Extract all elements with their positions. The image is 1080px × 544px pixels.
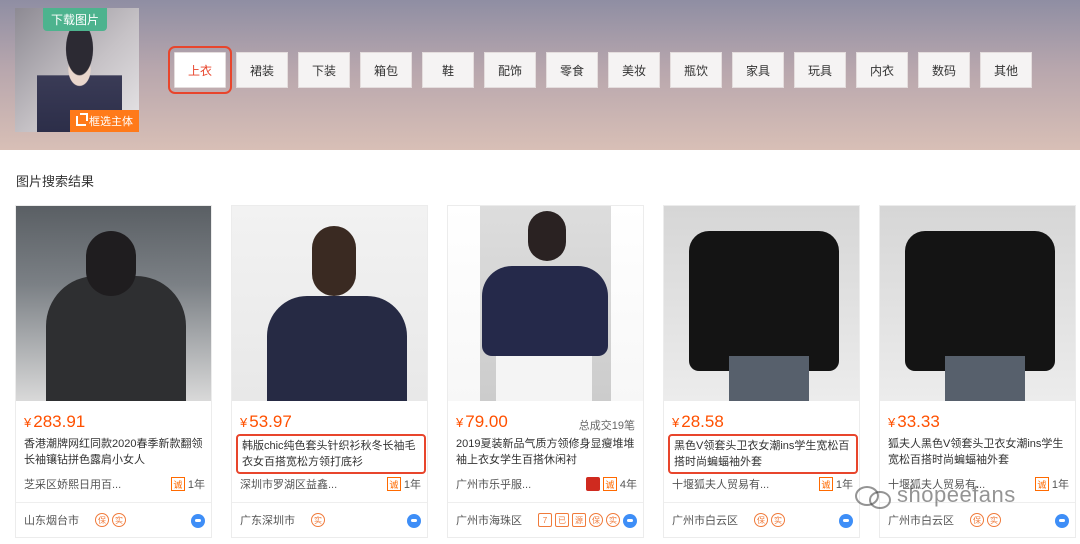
tab-category-10[interactable]: 家具 bbox=[732, 52, 784, 88]
product-card[interactable]: ¥28.58 黑色V领套头卫衣女潮ins学生宽松百搭时尚蝙蝠袖外套 十堰狐夫人贸… bbox=[663, 205, 860, 538]
crown-icon bbox=[585, 477, 600, 491]
source-factory-icon: 源 bbox=[572, 513, 586, 527]
product-price: ¥79.00 bbox=[456, 412, 508, 431]
product-price: ¥33.33 bbox=[888, 412, 940, 431]
download-image-button[interactable]: 下载图片 bbox=[43, 8, 108, 31]
sales-count: 总成交19笔 bbox=[578, 420, 635, 432]
product-image[interactable] bbox=[232, 206, 427, 401]
shop-name[interactable]: 深圳市罗湖区益鑫... bbox=[240, 476, 337, 492]
crop-subject-button[interactable]: 框选主体 bbox=[70, 110, 139, 132]
chat-icon[interactable] bbox=[1055, 514, 1069, 528]
crop-subject-label: 框选主体 bbox=[89, 116, 133, 128]
product-price: ¥283.91 bbox=[24, 412, 86, 431]
search-header: 下载图片 框选主体 上衣 裙装 下装 箱包 鞋 配饰 零食 美妆 瓶饮 家具 玩… bbox=[0, 0, 1080, 150]
product-card[interactable]: ¥79.00 总成交19笔 2019夏装新品气质方领修身显瘦堆堆袖上衣女学生百搭… bbox=[447, 205, 644, 538]
shop-location: 广东深圳市 bbox=[240, 515, 295, 527]
tab-category-12[interactable]: 内衣 bbox=[856, 52, 908, 88]
watermark: shopeefans bbox=[855, 482, 1016, 509]
tab-category-2[interactable]: 裙装 bbox=[236, 52, 288, 88]
product-title[interactable]: 2019夏装新品气质方领修身显瘦堆堆袖上衣女学生百搭休闲衬 bbox=[456, 436, 636, 468]
tab-category-1[interactable]: 上衣 bbox=[168, 46, 232, 94]
membership-years: 诚 1年 bbox=[386, 476, 421, 492]
guarantee-badge-icon: 保 bbox=[970, 513, 984, 527]
product-title[interactable]: 黑色V领套头卫衣女潮ins学生宽松百搭时尚蝙蝠袖外套 bbox=[668, 434, 858, 474]
guarantee-badge-icon: 保 bbox=[589, 513, 603, 527]
shop-location: 广州市白云区 bbox=[888, 515, 954, 527]
guarantee-badge-icon: 保 bbox=[754, 513, 768, 527]
verified-badge-icon: 实 bbox=[606, 513, 620, 527]
tab-category-8[interactable]: 美妆 bbox=[608, 52, 660, 88]
product-price: ¥28.58 bbox=[672, 412, 724, 431]
verified-badge-icon: 实 bbox=[987, 513, 1001, 527]
results-heading: 图片搜索结果 bbox=[16, 174, 95, 189]
tab-category-7[interactable]: 零食 bbox=[546, 52, 598, 88]
tab-category-6[interactable]: 配饰 bbox=[484, 52, 536, 88]
category-tabs: 上衣 裙装 下装 箱包 鞋 配饰 零食 美妆 瓶饮 家具 玩具 内衣 数码 其他 bbox=[168, 46, 1032, 94]
tab-category-13[interactable]: 数码 bbox=[918, 52, 970, 88]
product-title[interactable]: 韩版chic纯色套头针织衫秋冬长袖毛衣女百搭宽松方领打底衫 bbox=[236, 434, 426, 474]
integrity-icon: 诚 bbox=[386, 477, 401, 491]
product-price: ¥53.97 bbox=[240, 412, 292, 431]
tab-category-4[interactable]: 箱包 bbox=[360, 52, 412, 88]
integrity-icon: 诚 bbox=[602, 477, 617, 491]
verified-badge-icon: 实 bbox=[112, 513, 126, 527]
chat-icon[interactable] bbox=[191, 514, 205, 528]
product-image[interactable] bbox=[16, 206, 211, 401]
product-card[interactable]: ¥53.97 韩版chic纯色套头针织衫秋冬长袖毛衣女百搭宽松方领打底衫 深圳市… bbox=[231, 205, 428, 538]
tab-category-14[interactable]: 其他 bbox=[980, 52, 1032, 88]
verified-badge-icon: 实 bbox=[771, 513, 785, 527]
crop-icon bbox=[76, 113, 88, 126]
integrity-icon: 诚 bbox=[818, 477, 833, 491]
tab-category-3[interactable]: 下装 bbox=[298, 52, 350, 88]
wechat-icon bbox=[855, 483, 891, 509]
shop-location: 山东烟台市 bbox=[24, 515, 79, 527]
shop-location: 广州市海珠区 bbox=[456, 515, 522, 527]
product-title[interactable]: 香港潮牌网红同款2020春季新款翻领长袖镶钻拼色露肩小女人 bbox=[24, 436, 204, 468]
product-card[interactable]: ¥283.91 香港潮牌网红同款2020春季新款翻领长袖镶钻拼色露肩小女人 芝采… bbox=[15, 205, 212, 538]
verified-badge-icon: 实 bbox=[311, 513, 325, 527]
chat-icon[interactable] bbox=[623, 514, 637, 528]
product-image[interactable] bbox=[880, 206, 1075, 401]
membership-years: 诚 1年 bbox=[1034, 476, 1069, 492]
chat-icon[interactable] bbox=[407, 514, 421, 528]
query-image[interactable]: 下载图片 框选主体 bbox=[15, 8, 139, 132]
returns-badge-icon: 已 bbox=[555, 513, 569, 527]
product-title[interactable]: 狐夫人黑色V领套头卫衣女潮ins学生宽松百搭时尚蝙蝠袖外套 bbox=[888, 436, 1068, 468]
seven-day-return-icon: 7 bbox=[538, 513, 552, 527]
membership-years: 诚 4年 bbox=[585, 476, 637, 492]
product-image[interactable] bbox=[664, 206, 859, 401]
tab-category-11[interactable]: 玩具 bbox=[794, 52, 846, 88]
product-image[interactable] bbox=[448, 206, 643, 401]
shop-name[interactable]: 十堰狐夫人贸易有... bbox=[672, 476, 769, 492]
shop-name[interactable]: 广州市乐乎服... bbox=[456, 476, 531, 492]
guarantee-badge-icon: 保 bbox=[95, 513, 109, 527]
shop-name[interactable]: 芝采区娇熙日用百... bbox=[24, 476, 121, 492]
tab-category-9[interactable]: 瓶饮 bbox=[670, 52, 722, 88]
membership-years: 诚 1年 bbox=[170, 476, 205, 492]
watermark-text: shopeefans bbox=[897, 482, 1016, 507]
integrity-icon: 诚 bbox=[1034, 477, 1049, 491]
integrity-icon: 诚 bbox=[170, 477, 185, 491]
tab-category-5[interactable]: 鞋 bbox=[422, 52, 474, 88]
shop-location: 广州市白云区 bbox=[672, 515, 738, 527]
chat-icon[interactable] bbox=[839, 514, 853, 528]
membership-years: 诚 1年 bbox=[818, 476, 853, 492]
